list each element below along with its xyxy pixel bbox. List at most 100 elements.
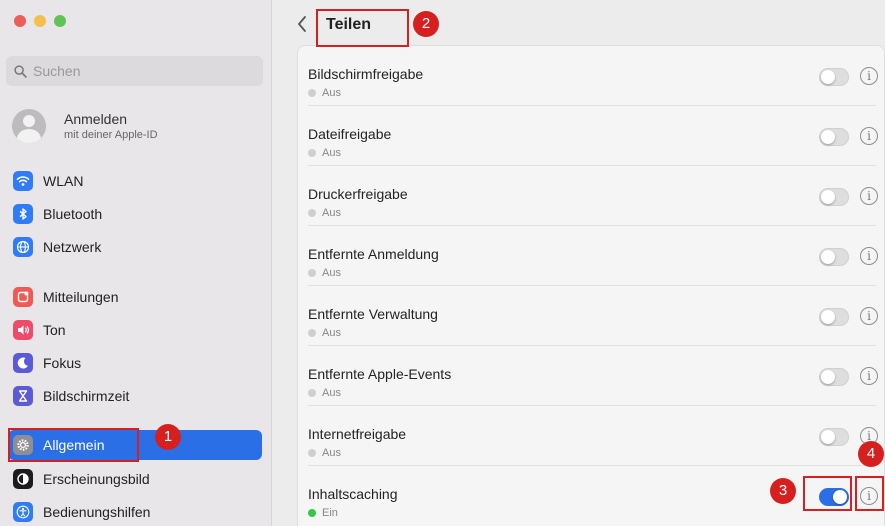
- search-icon: [14, 64, 27, 78]
- sidebar-item-label: WLAN: [43, 173, 84, 189]
- service-name: Inhaltscaching: [308, 486, 398, 502]
- list-item: Bildschirmfreigabe Aus i: [298, 46, 884, 106]
- sidebar-item-wlan[interactable]: WLAN: [8, 166, 262, 196]
- service-status: Aus: [308, 207, 341, 219]
- status-dot: [308, 509, 316, 517]
- close-window-button[interactable]: [14, 15, 26, 27]
- list-item: Dateifreigabe Aus i: [298, 106, 884, 166]
- sidebar-item-label: Netzwerk: [43, 239, 102, 255]
- toggle-switch[interactable]: [819, 68, 849, 86]
- appearance-icon: [13, 469, 33, 489]
- sidebar-item-bedienungshilfen[interactable]: Bedienungshilfen: [8, 497, 262, 526]
- sharing-list: Bildschirmfreigabe Aus i Dateifreigabe A…: [297, 45, 885, 526]
- sidebar-item-mitteilungen[interactable]: Mitteilungen: [8, 282, 262, 312]
- sidebar-item-label: Bildschirmzeit: [43, 388, 130, 404]
- service-status: Aus: [308, 147, 341, 159]
- status-label: Aus: [322, 327, 341, 339]
- list-item: Druckerfreigabe Aus i: [298, 166, 884, 226]
- service-status: Ein: [308, 507, 338, 519]
- accessibility-icon: [13, 502, 33, 522]
- service-status: Aus: [308, 327, 341, 339]
- sidebar-item-erscheinungsbild[interactable]: Erscheinungsbild: [8, 464, 262, 494]
- status-dot: [308, 149, 316, 157]
- highlight-allgemein: [8, 428, 139, 462]
- sidebar-item-fokus[interactable]: Fokus: [8, 348, 262, 378]
- status-label: Aus: [322, 207, 341, 219]
- list-item: Inhaltscaching Ein i: [298, 466, 884, 526]
- list-item: Entfernte Apple-Events Aus i: [298, 346, 884, 406]
- info-icon[interactable]: i: [860, 67, 878, 85]
- status-dot: [308, 449, 316, 457]
- toggle-switch[interactable]: [819, 128, 849, 146]
- toggle-switch[interactable]: [819, 188, 849, 206]
- hourglass-icon: [13, 386, 33, 406]
- sidebar-item-label: Ton: [43, 322, 66, 338]
- toggle-switch[interactable]: [819, 368, 849, 386]
- sidebar-item-label: Mitteilungen: [43, 289, 119, 305]
- toggle-switch[interactable]: [819, 248, 849, 266]
- status-label: Aus: [322, 87, 341, 99]
- info-icon[interactable]: i: [860, 307, 878, 325]
- status-label: Aus: [322, 387, 341, 399]
- service-name: Dateifreigabe: [308, 126, 392, 142]
- toggle-switch[interactable]: [819, 428, 849, 446]
- status-label: Aus: [322, 267, 341, 279]
- info-icon[interactable]: i: [860, 187, 878, 205]
- service-name: Entfernte Verwaltung: [308, 306, 438, 322]
- sidebar-item-label: Fokus: [43, 355, 82, 371]
- service-status: Aus: [308, 447, 341, 459]
- globe-icon: [13, 237, 33, 257]
- apple-id-signin[interactable]: Anmelden mit deiner Apple-ID: [12, 104, 262, 148]
- service-status: Aus: [308, 87, 341, 99]
- list-item: Entfernte Anmeldung Aus i: [298, 226, 884, 286]
- bell-icon: [13, 287, 33, 307]
- annotation-badge-2: 2: [413, 11, 439, 37]
- apple-id-subtitle: mit deiner Apple-ID: [64, 129, 158, 141]
- toggle-switch[interactable]: [819, 308, 849, 326]
- service-name: Druckerfreigabe: [308, 186, 408, 202]
- sidebar-item-label: Bedienungshilfen: [43, 504, 151, 520]
- highlight-title: [316, 9, 409, 47]
- annotation-badge-1: 1: [155, 424, 181, 450]
- status-label: Aus: [322, 147, 341, 159]
- apple-id-title: Anmelden: [64, 111, 128, 127]
- back-chevron-icon[interactable]: [295, 14, 309, 34]
- status-dot: [308, 389, 316, 397]
- status-dot: [308, 89, 316, 97]
- service-name: Internetfreigabe: [308, 426, 407, 442]
- service-name: Entfernte Anmeldung: [308, 246, 439, 262]
- status-dot: [308, 329, 316, 337]
- info-icon[interactable]: i: [860, 367, 878, 385]
- sidebar-item-bluetooth[interactable]: Bluetooth: [8, 199, 262, 229]
- search-input[interactable]: [33, 63, 253, 79]
- list-item: Entfernte Verwaltung Aus i: [298, 286, 884, 346]
- bluetooth-icon: [13, 204, 33, 224]
- status-dot: [308, 209, 316, 217]
- service-name: Entfernte Apple-Events: [308, 366, 452, 382]
- avatar: [12, 109, 46, 143]
- service-status: Aus: [308, 267, 341, 279]
- highlight-info: [855, 476, 884, 511]
- minimize-window-button[interactable]: [34, 15, 46, 27]
- info-icon[interactable]: i: [860, 127, 878, 145]
- main-panel: Teilen Bildschirmfreigabe Aus i Dateifre…: [273, 0, 885, 526]
- status-dot: [308, 269, 316, 277]
- status-label: Ein: [322, 507, 338, 519]
- annotation-badge-4: 4: [858, 441, 884, 467]
- wifi-icon: [13, 171, 33, 191]
- sidebar-item-netzwerk[interactable]: Netzwerk: [8, 232, 262, 262]
- sidebar-item-bildschirmzeit[interactable]: Bildschirmzeit: [8, 381, 262, 411]
- status-label: Aus: [322, 447, 341, 459]
- highlight-toggle: [803, 476, 852, 511]
- zoom-window-button[interactable]: [54, 15, 66, 27]
- info-icon[interactable]: i: [860, 247, 878, 265]
- sidebar-item-ton[interactable]: Ton: [8, 315, 262, 345]
- list-item: Internetfreigabe Aus i: [298, 406, 884, 466]
- moon-icon: [13, 353, 33, 373]
- window-controls: [14, 15, 66, 27]
- sidebar-item-label: Erscheinungsbild: [43, 471, 150, 487]
- annotation-badge-3: 3: [770, 478, 796, 504]
- service-status: Aus: [308, 387, 341, 399]
- search-field[interactable]: [6, 56, 263, 86]
- speaker-icon: [13, 320, 33, 340]
